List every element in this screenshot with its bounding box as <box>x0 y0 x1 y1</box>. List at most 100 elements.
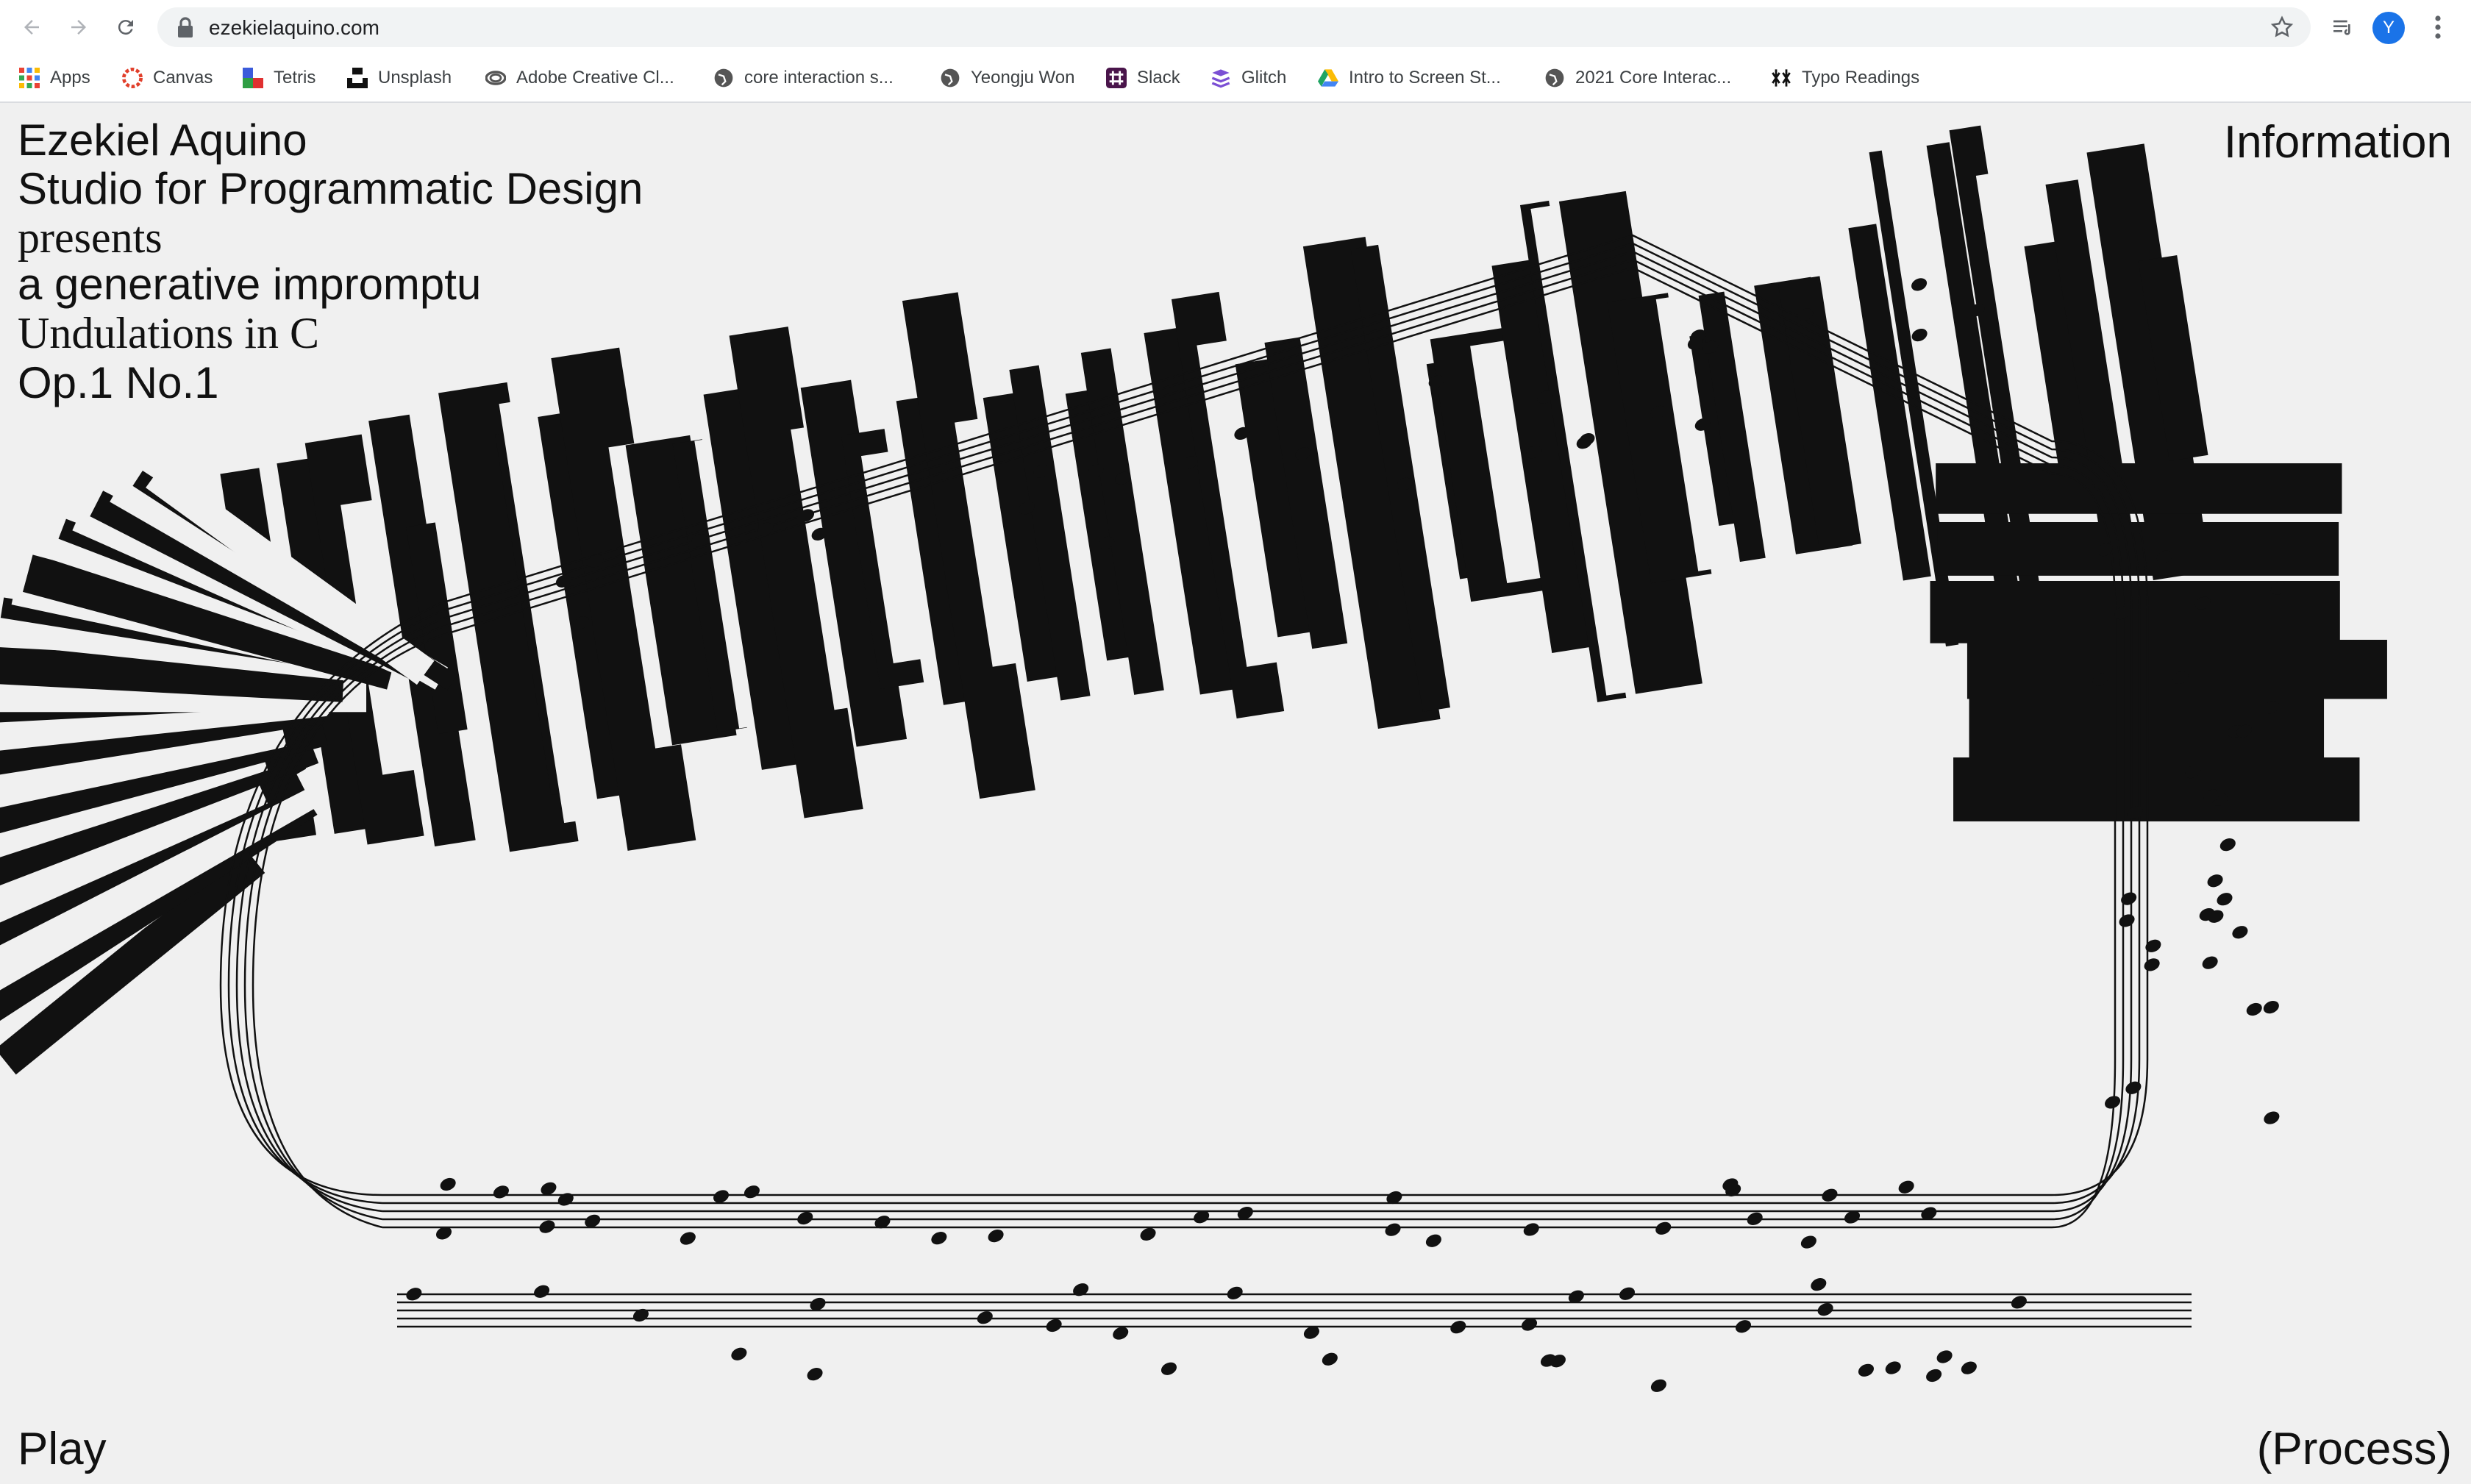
note-head <box>2219 838 2236 852</box>
kebab-menu-icon <box>2435 15 2441 39</box>
note-head <box>2119 914 2135 927</box>
bookmark-adobe[interactable]: Adobe Creative Cl... <box>485 65 674 91</box>
google-drive-icon <box>1318 69 1338 87</box>
note-head <box>2144 958 2160 971</box>
note-head <box>2105 1096 2121 1109</box>
note-head <box>2125 1081 2142 1094</box>
adobe-cc-icon <box>485 71 506 85</box>
note-head <box>2263 1000 2279 1014</box>
url-text: ezekielaquino.com <box>209 16 379 39</box>
note-head <box>1811 1278 1827 1291</box>
bookmark-star-icon[interactable] <box>2269 15 2294 40</box>
browser-toolbar: ezekielaquino.com Y <box>0 0 2471 54</box>
composer-name: Ezekiel Aquino <box>18 115 307 165</box>
note-head <box>2011 1296 2027 1309</box>
note-head <box>1385 1223 1401 1236</box>
note-head <box>1858 1363 1874 1377</box>
note-head <box>539 1220 555 1233</box>
bookmark-unsplash[interactable]: Unsplash <box>347 65 452 91</box>
note-head <box>440 1177 456 1191</box>
opus-number: Op.1 No.1 <box>18 358 219 407</box>
note-head <box>1073 1283 1089 1296</box>
bookmark-intro-screen[interactable]: Intro to Screen St... <box>1318 65 1501 91</box>
note-head <box>632 1308 649 1322</box>
note-head <box>2232 926 2248 939</box>
profile-avatar[interactable]: Y <box>2372 12 2405 44</box>
note-head <box>557 1193 574 1206</box>
arrow-left-icon <box>24 20 39 35</box>
reload-icon <box>118 20 133 35</box>
bookmark-2021-core[interactable]: 2021 Core Interac... <box>1544 65 1731 91</box>
bookmark-core-interaction[interactable]: core interaction s... <box>713 65 894 91</box>
note-head <box>988 1229 1004 1243</box>
note-head <box>1822 1188 1838 1202</box>
bookmark-slack[interactable]: Slack <box>1106 65 1180 91</box>
information-link[interactable]: Information <box>2224 116 2452 168</box>
note-head <box>1747 1212 1763 1225</box>
bookmark-glitch[interactable]: Glitch <box>1210 65 1286 91</box>
arrow-right-icon <box>71 20 86 35</box>
note-head <box>680 1232 696 1245</box>
note-head <box>1817 1302 1833 1316</box>
note-head <box>744 1185 760 1199</box>
piece-title: Undulations in C <box>18 309 320 357</box>
bookmark-typo-readings[interactable]: Typo Readings <box>1771 65 1919 91</box>
reading-list-icon <box>2333 20 2350 35</box>
note-head <box>931 1232 947 1245</box>
note-head <box>2202 956 2218 969</box>
back-button[interactable] <box>15 10 49 44</box>
note-head <box>406 1288 422 1301</box>
glitch-icon <box>1211 69 1230 88</box>
subtitle-impromptu: a generative impromptu <box>18 260 482 309</box>
slack-icon <box>1106 68 1127 88</box>
note-head <box>1800 1235 1816 1249</box>
note-head <box>1898 1180 1914 1194</box>
note-head <box>1425 1234 1441 1247</box>
browser-menu-button[interactable] <box>2421 10 2455 44</box>
tetris-icon <box>243 68 263 88</box>
forward-button[interactable] <box>62 10 96 44</box>
note-head <box>1322 1352 1338 1366</box>
note-head <box>1655 1221 1672 1235</box>
note-head <box>2145 939 2161 952</box>
note-head <box>2217 893 2233 906</box>
note-head <box>1160 1362 1177 1375</box>
bar-blocks <box>0 103 2387 1075</box>
reload-button[interactable] <box>109 10 143 44</box>
note-head <box>1735 1320 1752 1333</box>
bookmark-tetris[interactable]: Tetris <box>243 65 315 91</box>
reading-list-button[interactable] <box>2325 10 2359 44</box>
note-head <box>977 1311 993 1324</box>
unsplash-icon <box>347 68 368 88</box>
generative-score-artwork <box>0 103 2387 1392</box>
canvas-icon <box>122 68 143 88</box>
note-head <box>493 1185 509 1199</box>
score-bar-block <box>1936 463 2342 514</box>
note-head <box>1619 1287 1635 1300</box>
note-head <box>2264 1111 2280 1124</box>
score-bar-block <box>1953 757 2360 821</box>
note-head <box>1523 1223 1539 1236</box>
note-head <box>1450 1321 1466 1334</box>
bookmark-yeongju-won[interactable]: Yeongju Won <box>940 65 1074 91</box>
bookmark-canvas[interactable]: Canvas <box>122 65 213 91</box>
note-head <box>731 1347 747 1360</box>
bookmark-apps[interactable]: Apps <box>19 65 90 91</box>
note-head <box>2121 892 2137 905</box>
note-head <box>2246 1002 2262 1016</box>
studio-name: Studio for Programmatic Design <box>18 164 643 213</box>
asterisk-icon <box>1772 69 1791 87</box>
note-head <box>807 1368 823 1381</box>
address-bar[interactable]: ezekielaquino.com <box>157 7 2311 47</box>
note-head <box>1885 1361 1901 1374</box>
note-head <box>1961 1361 1977 1374</box>
presents-text: presents <box>18 213 163 262</box>
process-link[interactable]: (Process) <box>2257 1423 2452 1475</box>
note-head <box>1227 1286 1243 1299</box>
note-head <box>1650 1379 1666 1392</box>
play-button[interactable]: Play <box>18 1423 107 1475</box>
globe-icon <box>714 68 733 88</box>
globe-icon <box>1545 68 1564 88</box>
note-head <box>1936 1350 1953 1363</box>
globe-icon <box>941 68 960 88</box>
